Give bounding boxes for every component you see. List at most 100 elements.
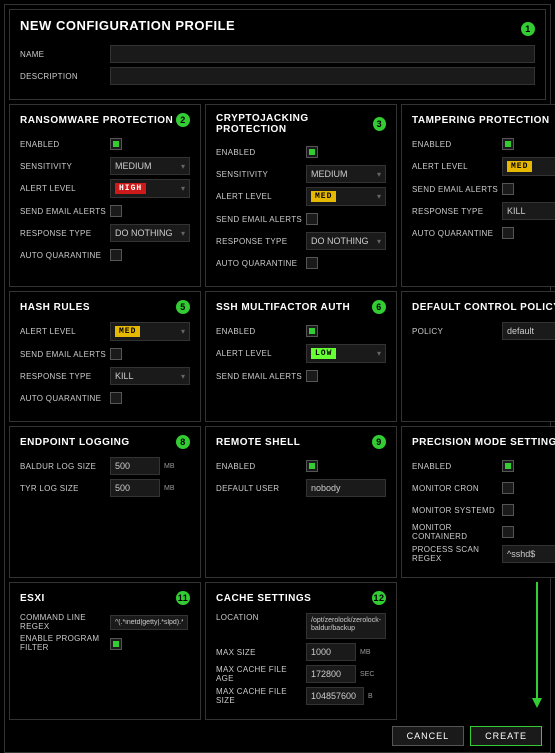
ransomware-email-checkbox[interactable] (110, 205, 122, 217)
chevron-down-icon: ▾ (377, 237, 381, 246)
monitor-cron-checkbox[interactable] (502, 482, 514, 494)
ransomware-quarantine-checkbox[interactable] (110, 249, 122, 261)
send-email-label: SEND EMAIL ALERTS (216, 215, 306, 224)
remote-shell-panel: REMOTE SHELL 9 ENABLED DEFAULT USER (205, 426, 397, 578)
crypto-response-select[interactable]: DO NOTHING ▾ (306, 232, 386, 250)
tamper-alert-level-select[interactable]: MED▾ (502, 157, 555, 176)
tamper-email-checkbox[interactable] (502, 183, 514, 195)
ssh-alert-level-select[interactable]: LOW▾ (306, 344, 386, 363)
alert-level-label: ALERT LEVEL (216, 192, 306, 201)
step-bullet-3: 3 (373, 117, 386, 131)
response-type-label: RESPONSE TYPE (412, 207, 502, 216)
response-type-label: RESPONSE TYPE (20, 372, 110, 381)
tamper-quarantine-checkbox[interactable] (502, 227, 514, 239)
description-input[interactable] (110, 67, 535, 85)
enabled-label: ENABLED (412, 140, 502, 149)
ransomware-alert-level-select[interactable]: HIGH▾ (110, 179, 190, 198)
cache-settings-panel: CACHE SETTINGS 12 LOCATION/opt/zerolock/… (205, 582, 397, 720)
esxi-panel: ESXI 11 COMMAND LINE REGEX ENABLE PROGRA… (9, 582, 201, 720)
baldur-log-input[interactable] (110, 457, 160, 475)
crypto-enabled-checkbox[interactable] (306, 146, 318, 158)
shell-enabled-checkbox[interactable] (306, 460, 318, 472)
default-user-input[interactable] (306, 479, 386, 497)
step-bullet-6: 6 (372, 300, 386, 314)
default-control-policy-panel: DEFAULT CONTROL POLICY 7 POLICYdefault▾ (401, 291, 555, 422)
tyr-log-label: TYR LOG SIZE (20, 484, 110, 493)
footer-buttons: CANCEL CREATE (9, 720, 546, 748)
cancel-button[interactable]: CANCEL (392, 726, 465, 746)
chevron-down-icon: ▾ (181, 184, 185, 193)
enabled-label: ENABLED (412, 462, 502, 471)
ssh-enabled-checkbox[interactable] (306, 325, 318, 337)
response-type-label: RESPONSE TYPE (20, 229, 110, 238)
monitor-containerd-checkbox[interactable] (502, 526, 514, 538)
policy-select[interactable]: default▾ (502, 322, 555, 340)
cache-location-input[interactable]: /opt/zerolock/zerolock-baldur/backup (306, 613, 386, 639)
cryptojacking-title: CRYPTOJACKING PROTECTION (216, 113, 373, 135)
tamper-enabled-checkbox[interactable] (502, 138, 514, 150)
alert-level-label: ALERT LEVEL (20, 184, 110, 193)
create-button[interactable]: CREATE (470, 726, 542, 746)
cache-max-file-size-input[interactable] (306, 687, 364, 705)
unit-b: B (368, 693, 373, 700)
hash-rules-title: HASH RULES (20, 302, 90, 313)
chevron-down-icon: ▾ (377, 349, 381, 358)
chevron-down-icon: ▾ (377, 170, 381, 179)
alert-level-badge: MED (115, 326, 140, 337)
cache-max-size-input[interactable] (306, 643, 356, 661)
crypto-sensitivity-select[interactable]: MEDIUM▾ (306, 165, 386, 183)
ssh-email-checkbox[interactable] (306, 370, 318, 382)
step-bullet-2: 2 (176, 113, 190, 127)
cryptojacking-panel: CRYPTOJACKING PROTECTION 3 ENABLED SENSI… (205, 104, 397, 287)
cache-max-age-label: MAX CACHE FILE AGE (216, 665, 306, 683)
command-line-regex-input[interactable] (110, 615, 188, 630)
hash-quarantine-checkbox[interactable] (110, 392, 122, 404)
hash-alert-level-select[interactable]: MED▾ (110, 322, 190, 341)
process-scan-regex-input[interactable] (502, 545, 555, 563)
monitor-systemd-label: MONITOR SYSTEMD (412, 506, 502, 515)
arrow-annotation (536, 582, 538, 700)
ransomware-response-select[interactable]: DO NOTHING▾ (110, 224, 190, 242)
ransomware-sensitivity-select[interactable]: MEDIUM▾ (110, 157, 190, 175)
cache-max-size-label: MAX SIZE (216, 648, 306, 657)
ransomware-enabled-checkbox[interactable] (110, 138, 122, 150)
ssh-mfa-title: SSH MULTIFACTOR AUTH (216, 302, 350, 313)
cache-location-label: LOCATION (216, 613, 306, 622)
name-input[interactable] (110, 45, 535, 63)
page-title: NEW CONFIGURATION PROFILE (20, 18, 235, 33)
tamper-response-select[interactable]: KILL▾ (502, 202, 555, 220)
crypto-quarantine-checkbox[interactable] (306, 257, 318, 269)
enable-program-filter-label: ENABLE PROGRAM FILTER (20, 635, 110, 653)
esxi-title: ESXI (20, 593, 45, 604)
crypto-alert-level-select[interactable]: MED▾ (306, 187, 386, 206)
hash-response-select[interactable]: KILL▾ (110, 367, 190, 385)
unit-mb: MB (360, 649, 371, 656)
step-bullet-9: 9 (372, 435, 386, 449)
cache-max-age-input[interactable] (306, 665, 356, 683)
enabled-label: ENABLED (216, 462, 306, 471)
enabled-label: ENABLED (216, 327, 306, 336)
unit-mb: MB (164, 463, 175, 470)
step-bullet-1: 1 (521, 22, 535, 36)
name-label: NAME (20, 50, 110, 59)
auto-quarantine-label: AUTO QUARANTINE (216, 259, 306, 268)
precision-mode-panel: PRECISION MODE SETTINGS 10 ENABLED MONIT… (401, 426, 555, 578)
alert-level-badge: MED (507, 161, 532, 172)
config-profile-dialog: NEW CONFIGURATION PROFILE 1 NAME DESCRIP… (4, 4, 551, 753)
tampering-title: TAMPERING PROTECTION (412, 115, 550, 126)
select-value: DO NOTHING (311, 236, 369, 246)
chevron-down-icon: ▾ (181, 162, 185, 171)
chevron-down-icon: ▾ (181, 229, 185, 238)
chevron-down-icon: ▾ (181, 372, 185, 381)
policy-label: POLICY (412, 327, 502, 336)
enable-program-filter-checkbox[interactable] (110, 638, 122, 650)
hash-rules-panel: HASH RULES 5 ALERT LEVELMED▾ SEND EMAIL … (9, 291, 201, 422)
sensitivity-label: SENSITIVITY (20, 162, 110, 171)
monitor-cron-label: MONITOR CRON (412, 484, 502, 493)
tyr-log-input[interactable] (110, 479, 160, 497)
hash-email-checkbox[interactable] (110, 348, 122, 360)
precision-enabled-checkbox[interactable] (502, 460, 514, 472)
monitor-systemd-checkbox[interactable] (502, 504, 514, 516)
cache-settings-title: CACHE SETTINGS (216, 593, 311, 604)
crypto-email-checkbox[interactable] (306, 213, 318, 225)
